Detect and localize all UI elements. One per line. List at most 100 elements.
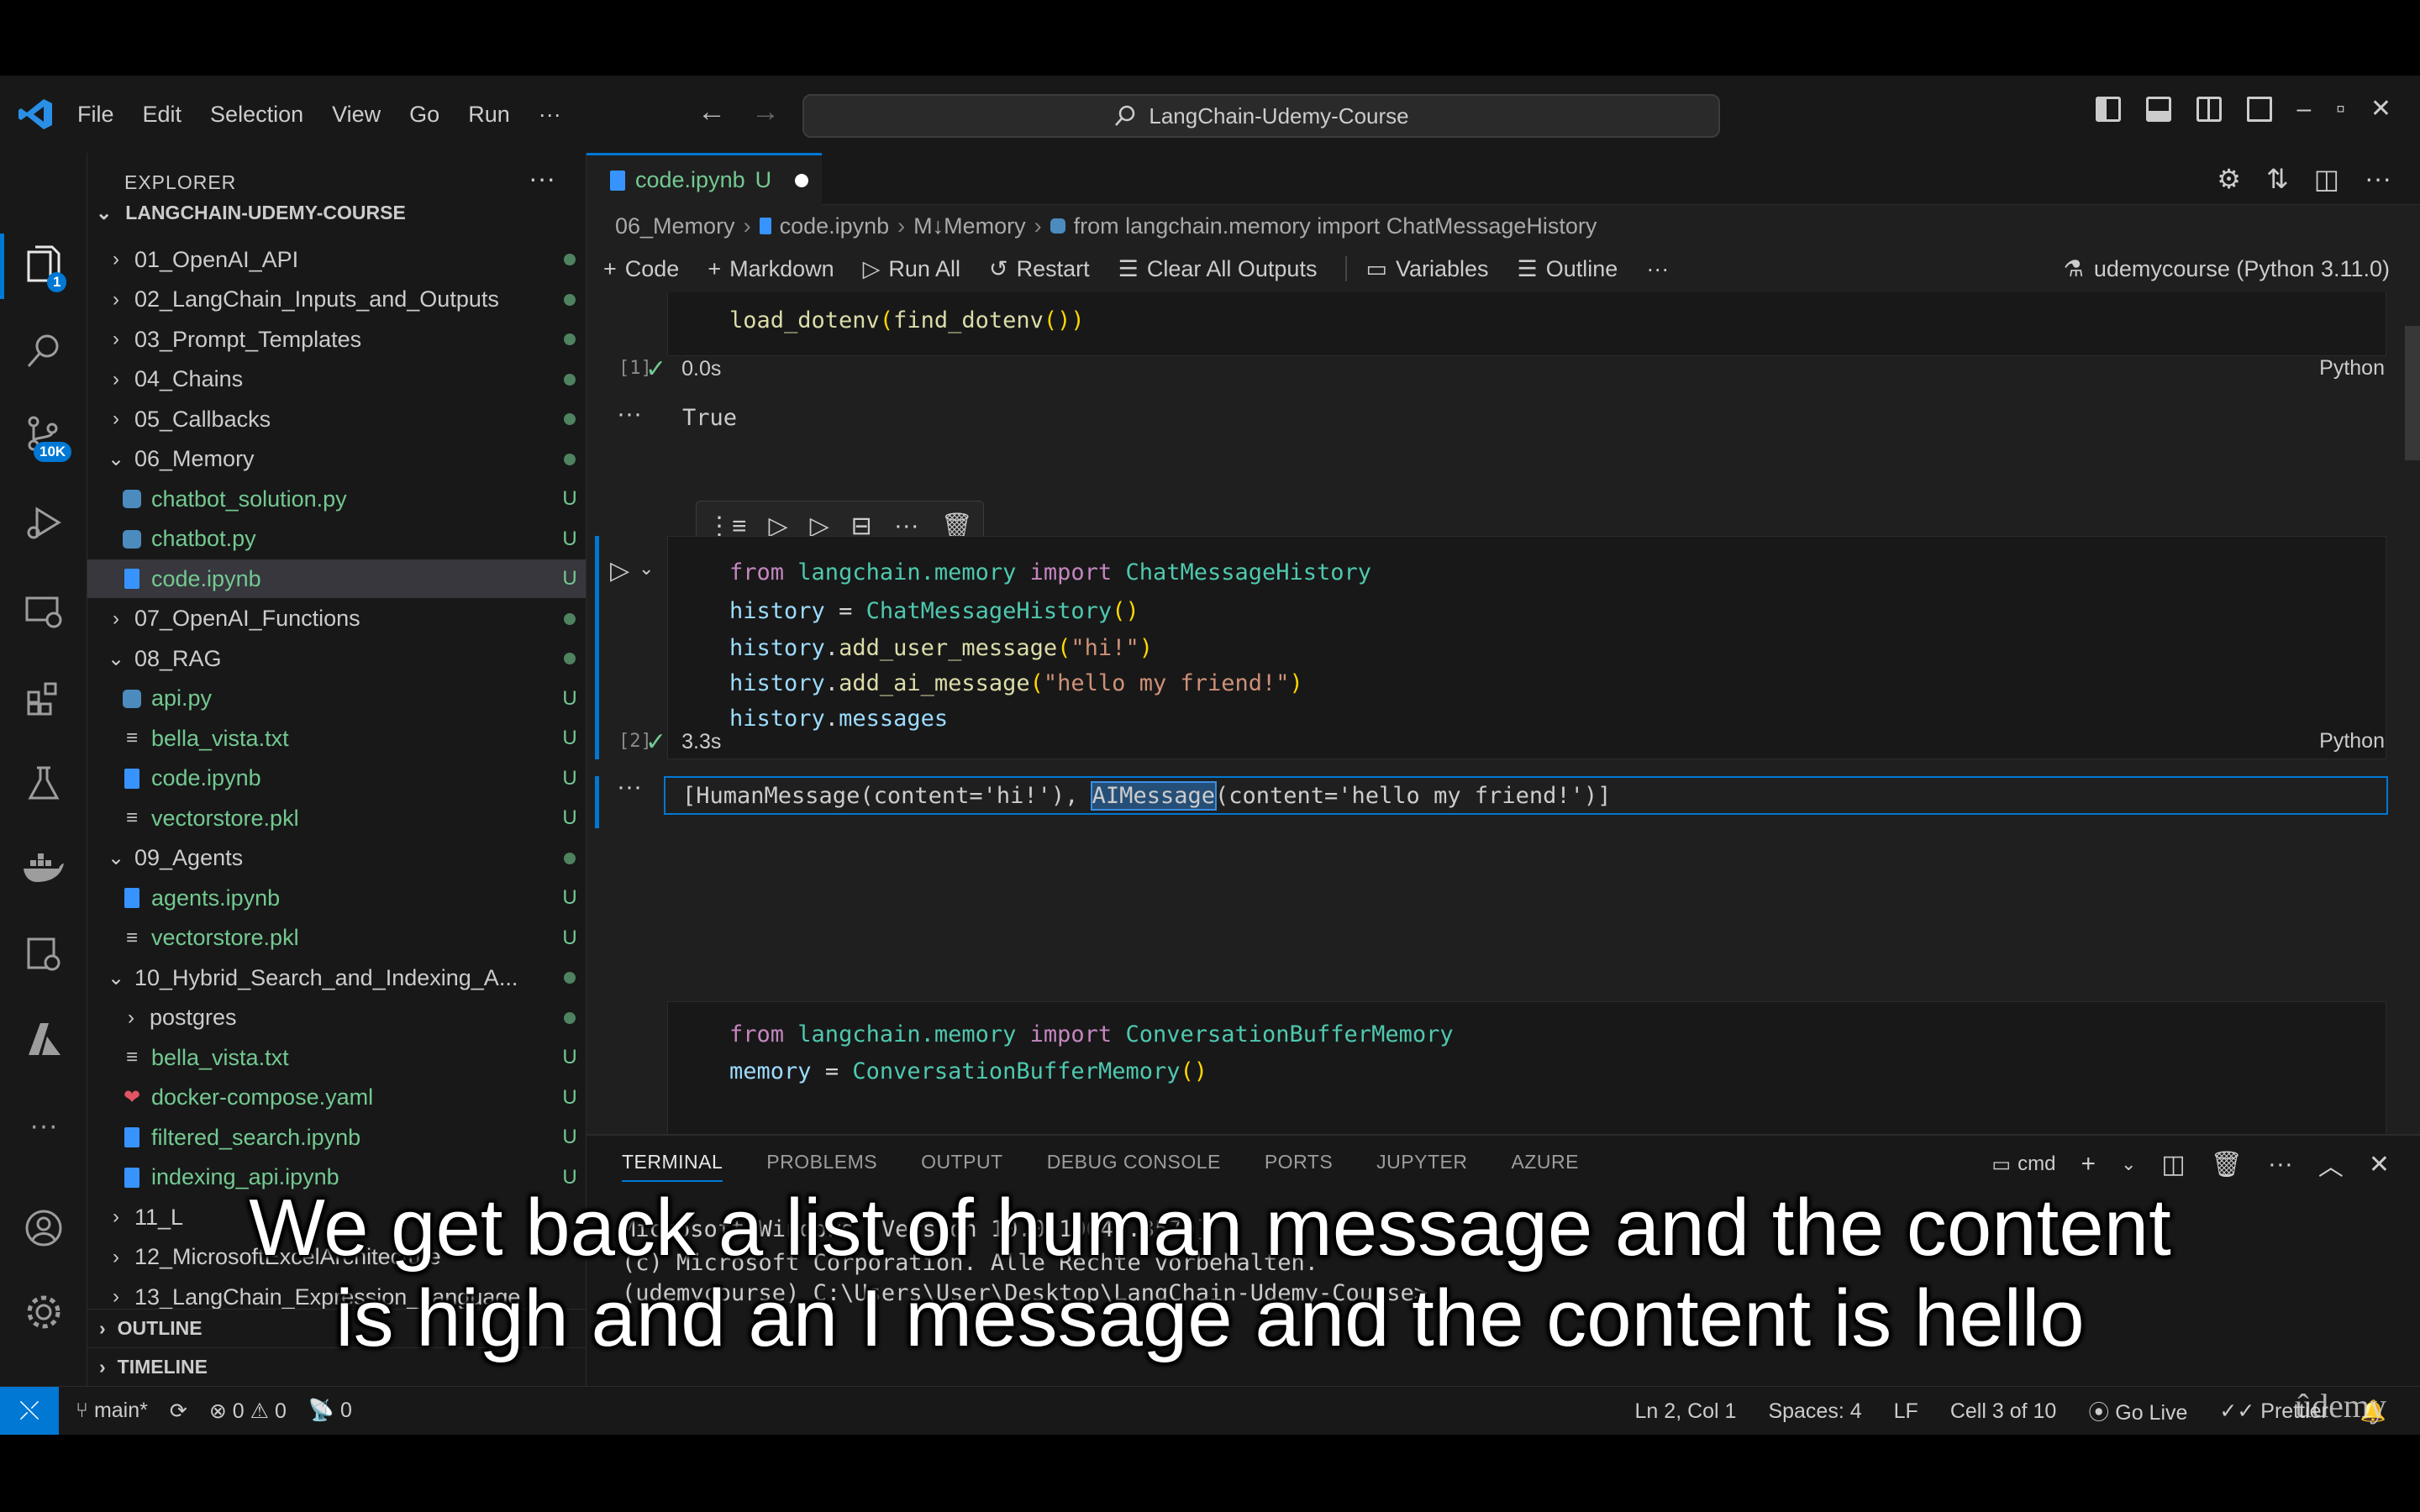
vscode-logo-icon[interactable] [15, 94, 55, 134]
tree-file[interactable]: ❤ docker-compose.yaml U [87, 1079, 586, 1117]
new-terminal-icon[interactable]: + [2081, 1150, 2096, 1179]
tree-file[interactable]: agents.ipynb U [87, 879, 586, 917]
tree-file[interactable]: code.ipynb U [87, 759, 586, 798]
variables-button[interactable]: ▭ Variables [1365, 256, 1488, 282]
docker-icon[interactable] [18, 843, 69, 894]
tree-file[interactable]: chatbot_solution.py U [87, 480, 586, 518]
menu-edit[interactable]: Edit [143, 102, 182, 128]
maximize-icon[interactable]: ▫ [2336, 95, 2345, 123]
menu-view[interactable]: View [332, 102, 381, 128]
cursor-position[interactable]: Ln 2, Col 1 [1635, 1399, 1737, 1424]
unsaved-dot-icon[interactable] [795, 173, 809, 187]
more-views-icon[interactable]: ··· [18, 1100, 69, 1151]
toggle-panel-icon[interactable] [2145, 96, 2171, 122]
ports-status[interactable]: 📡 0 [308, 1399, 352, 1423]
run-all-button[interactable]: ▷ Run All [863, 256, 960, 282]
project-root[interactable]: ⌄ LANGCHAIN-UDEMY-COURSE [96, 202, 406, 224]
command-center[interactable]: LangChain-Udemy-Course [802, 94, 1720, 138]
tree-file[interactable]: ≡ vectorstore.pkl U [87, 919, 586, 958]
menu-run[interactable]: Run [468, 102, 510, 128]
tree-folder[interactable]: › 02_LangChain_Inputs_and_Outputs [87, 281, 586, 319]
add-markdown-cell-button[interactable]: + Markdown [708, 256, 834, 282]
remote-explorer-icon[interactable] [18, 586, 69, 637]
output-more-icon[interactable]: ··· [617, 773, 642, 801]
tab-output[interactable]: OUTPUT [921, 1151, 1003, 1182]
tab-debug-console[interactable]: DEBUG CONSOLE [1047, 1151, 1221, 1182]
run-debug-icon[interactable] [18, 497, 69, 548]
explorer-icon[interactable]: 1 [18, 240, 69, 292]
tab-ports[interactable]: PORTS [1265, 1151, 1333, 1182]
split-editor-icon[interactable]: ◫ [2314, 163, 2339, 195]
chevron-down-icon[interactable]: ⌄ [639, 558, 654, 580]
maximize-panel-icon[interactable]: ︿ [2318, 1146, 2344, 1183]
explorer-more-icon[interactable]: ··· [529, 163, 555, 194]
clear-outputs-button[interactable]: ☰ Clear All Outputs [1118, 256, 1318, 282]
breadcrumb-folder[interactable]: 06_Memory [615, 213, 735, 239]
problems-status[interactable]: ⊗ 0 ⚠ 0 [209, 1399, 287, 1424]
add-code-cell-button[interactable]: + Code [603, 256, 679, 282]
tree-folder[interactable]: › 01_OpenAI_API [87, 240, 586, 279]
chevron-down-icon[interactable]: ⌄ [2121, 1153, 2136, 1175]
search-view-icon[interactable] [18, 326, 69, 376]
settings-icon[interactable]: ⚙ [2217, 163, 2241, 195]
menu-selection[interactable]: Selection [210, 102, 303, 128]
panel-more-icon[interactable]: ··· [2268, 1150, 2293, 1179]
close-panel-icon[interactable]: ✕ [2369, 1150, 2390, 1179]
tab-azure[interactable]: AZURE [1511, 1151, 1578, 1182]
outline-button[interactable]: ☰ Outline [1518, 256, 1618, 282]
editor-more-icon[interactable]: ··· [2365, 163, 2391, 195]
tree-folder[interactable]: › 04_Chains [87, 360, 586, 399]
toggle-sidebar-icon[interactable] [2095, 96, 2121, 122]
tab-problems[interactable]: PROBLEMS [766, 1151, 877, 1182]
tree-folder[interactable]: › 05_Callbacks [87, 400, 586, 438]
menu-go[interactable]: Go [409, 102, 439, 128]
run-cell-icon[interactable]: ▷ [610, 556, 629, 585]
extensions-icon[interactable] [18, 672, 69, 722]
breadcrumb-cell[interactable]: from langchain.memory import ChatMessage… [1074, 213, 1597, 239]
testing-icon[interactable] [18, 758, 69, 808]
tree-file[interactable]: code.ipynb U [87, 559, 586, 598]
toolbar-more-button[interactable]: ··· [1646, 256, 1669, 282]
back-arrow-icon[interactable]: ← [697, 96, 726, 129]
close-window-icon[interactable]: ✕ [2370, 94, 2391, 123]
tab-terminal[interactable]: TERMINAL [622, 1151, 723, 1182]
tree-folder[interactable]: ⌄ 06_Memory [87, 440, 586, 479]
breadcrumb-section[interactable]: M↓Memory [913, 213, 1026, 239]
terminal-shell-selector[interactable]: ▭ cmd [1991, 1152, 2055, 1177]
tree-file[interactable]: ≡ bella_vista.txt U [87, 719, 586, 758]
tree-folder[interactable]: › postgres [87, 999, 586, 1037]
scrollbar[interactable] [2405, 326, 2420, 460]
kill-terminal-icon[interactable]: 🗑 [2211, 1150, 2243, 1179]
source-control-icon[interactable]: 10K [18, 408, 72, 462]
cell-indicator[interactable]: Cell 3 of 10 [1950, 1399, 2056, 1424]
forward-arrow-icon[interactable]: → [751, 96, 780, 129]
sync-icon[interactable]: ⟳ [170, 1399, 187, 1424]
tree-folder[interactable]: › 03_Prompt_Templates [87, 320, 586, 359]
end-of-line[interactable]: LF [1894, 1399, 1918, 1424]
tree-folder[interactable]: ⌄ 09_Agents [87, 839, 586, 878]
tree-folder[interactable]: ⌄ 08_RAG [87, 639, 586, 678]
remote-indicator-icon[interactable]: ⤬ [0, 1386, 59, 1435]
split-terminal-icon[interactable]: ◫ [2161, 1150, 2185, 1179]
output-more-icon[interactable]: ··· [617, 400, 642, 428]
azure-icon[interactable] [18, 1015, 69, 1065]
menu-file[interactable]: File [77, 102, 114, 128]
customize-layout-icon[interactable] [2246, 96, 2272, 122]
menu-more[interactable]: ··· [539, 102, 561, 128]
toggle-secondary-sidebar-icon[interactable] [2196, 96, 2222, 122]
tree-folder[interactable]: ⌄ 10_Hybrid_Search_and_Indexing_A... [87, 958, 586, 997]
go-live-button[interactable]: ⦿ Go Live [2088, 1396, 2187, 1426]
indentation[interactable]: Spaces: 4 [1768, 1399, 1861, 1424]
tab-jupyter[interactable]: JUPYTER [1376, 1151, 1467, 1182]
compare-icon[interactable]: ⇅ [2266, 163, 2289, 195]
minimize-icon[interactable]: – [2297, 95, 2312, 123]
kernel-picker[interactable]: ⚗ udemycourse (Python 3.11.0) [2064, 247, 2390, 291]
branch-status[interactable]: ⑂ main* [76, 1399, 148, 1423]
tab-code-ipynb[interactable]: code.ipynb U [587, 153, 822, 205]
tree-folder[interactable]: › 07_OpenAI_Functions [87, 600, 586, 638]
breadcrumb-file[interactable]: code.ipynb [780, 213, 890, 239]
tree-file[interactable]: filtered_search.ipynb U [87, 1118, 586, 1157]
restart-button[interactable]: ↺ Restart [989, 256, 1090, 282]
cell-language[interactable]: Python [2319, 729, 2385, 753]
tree-file[interactable]: ≡ bella_vista.txt U [87, 1038, 586, 1077]
